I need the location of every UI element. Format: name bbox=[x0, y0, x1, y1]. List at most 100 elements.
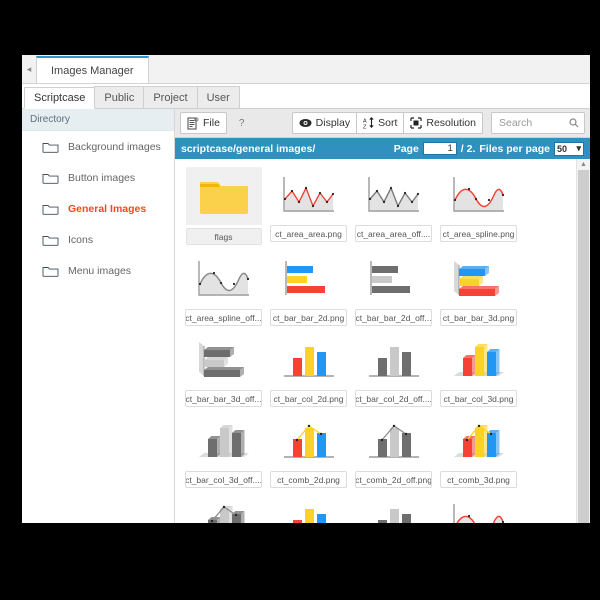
svg-text:Z: Z bbox=[363, 125, 367, 130]
search-icon bbox=[569, 118, 579, 128]
file-tile[interactable]: ct_area_spline.png bbox=[436, 167, 521, 245]
file-thumbnail bbox=[273, 413, 344, 468]
tab-scriptcase[interactable]: Scriptcase bbox=[24, 87, 96, 109]
thumbnail-icon bbox=[207, 505, 244, 523]
help-icon[interactable]: ? bbox=[231, 118, 253, 129]
file-tile[interactable]: ct_bar_col_2d_off.... bbox=[351, 332, 436, 407]
file-tile[interactable]: ct_bar_col_3d_off.... bbox=[181, 413, 266, 488]
thumbnail-icon bbox=[453, 343, 504, 376]
page-number-input[interactable] bbox=[422, 142, 457, 155]
source-tab-strip: Scriptcase Public Project User bbox=[22, 84, 590, 109]
file-tile[interactable]: ct_comb_2d_off.png bbox=[351, 413, 436, 488]
file-tile[interactable]: ct_area_area_off.... bbox=[351, 167, 436, 245]
file-thumbnail bbox=[443, 413, 514, 468]
tab-user[interactable]: User bbox=[196, 86, 240, 108]
app-tab-label: Images Manager bbox=[51, 64, 134, 77]
sort-label: Sort bbox=[378, 117, 398, 129]
sidebar-item-button-images[interactable]: Button images bbox=[22, 162, 174, 193]
breadcrumb-bar: scriptcase/general images/ Page / 2. Fil… bbox=[175, 138, 590, 159]
file-name-label: ct_comb_3d.png bbox=[440, 471, 517, 488]
pagination-controls: Page / 2. Files per page 50 ▾ bbox=[394, 141, 584, 156]
chevron-down-icon: ▾ bbox=[576, 143, 581, 153]
file-thumbnail bbox=[273, 251, 344, 306]
file-name-label: ct_area_spline.png bbox=[440, 225, 517, 242]
thumbnail-icon bbox=[453, 424, 504, 457]
file-tile[interactable] bbox=[181, 494, 266, 523]
file-tile[interactable] bbox=[351, 494, 436, 523]
thumbnail-icon bbox=[282, 176, 334, 212]
resolution-label: Resolution bbox=[426, 117, 476, 129]
file-name-label: ct_bar_bar_3d_off... bbox=[185, 390, 262, 407]
file-browser-pane: File ? Display A Z Sort Resolution Searc… bbox=[175, 109, 590, 523]
tab-label: Scriptcase bbox=[34, 92, 86, 104]
search-box[interactable] bbox=[491, 112, 585, 134]
folder-icon bbox=[42, 236, 59, 246]
sidebar-item-menu-images[interactable]: Menu images bbox=[22, 255, 174, 286]
file-tile[interactable]: ct_comb_3d.png bbox=[436, 413, 521, 488]
file-thumbnail bbox=[358, 332, 429, 387]
files-per-page-label: Files per page bbox=[479, 142, 550, 155]
document-icon bbox=[187, 116, 199, 129]
file-name-label: flags bbox=[185, 228, 262, 245]
sidebar-item-background-images[interactable]: Background images bbox=[22, 131, 174, 162]
file-tile[interactable]: ct_bar_bar_2d_off... bbox=[351, 251, 436, 326]
file-name-label: ct_comb_2d_off.png bbox=[355, 471, 432, 488]
file-tile[interactable]: ct_area_area.png bbox=[266, 167, 351, 245]
sidebar-item-label: General Images bbox=[68, 202, 147, 215]
vertical-scrollbar[interactable]: ▲ bbox=[576, 159, 590, 523]
file-grid-wrapper: flags ct_area_area.png ct_area_area_off...… bbox=[175, 159, 590, 523]
thumbnail-icon bbox=[377, 508, 411, 523]
file-tile[interactable]: ct_bar_col_3d.png bbox=[436, 332, 521, 407]
thumbnail-icon bbox=[284, 260, 325, 295]
file-button[interactable]: File bbox=[180, 112, 227, 134]
file-tile[interactable]: ct_bar_bar_3d_off... bbox=[181, 332, 266, 407]
arrow-up-icon[interactable]: ▲ bbox=[580, 159, 587, 168]
file-tile[interactable]: ct_bar_bar_2d.png bbox=[266, 251, 351, 326]
folder-icon bbox=[42, 174, 59, 184]
thumbnail-icon bbox=[198, 424, 249, 457]
sidebar-item-general-images[interactable]: General Images bbox=[22, 193, 174, 224]
file-thumbnail bbox=[358, 251, 429, 306]
file-thumbnail bbox=[443, 332, 514, 387]
sort-button[interactable]: A Z Sort bbox=[356, 112, 405, 134]
thumbnail-icon bbox=[452, 503, 504, 523]
file-tile[interactable]: ct_bar_col_2d.png bbox=[266, 332, 351, 407]
tab-project[interactable]: Project bbox=[143, 86, 198, 108]
app-tab-strip: ◂ Images Manager bbox=[22, 55, 590, 84]
files-per-page-value: 50 bbox=[557, 143, 568, 154]
resolution-button[interactable]: Resolution bbox=[403, 112, 483, 134]
thumbnail-icon bbox=[367, 176, 419, 212]
window-body: Directory Background images Button images… bbox=[22, 109, 590, 523]
directory-sidebar: Directory Background images Button images… bbox=[22, 109, 175, 523]
eye-icon bbox=[299, 119, 312, 127]
sidebar-item-label: Background images bbox=[68, 140, 161, 153]
folder-icon bbox=[199, 182, 248, 214]
file-tile[interactable] bbox=[436, 494, 521, 523]
sidebar-item-label: Button images bbox=[68, 171, 136, 184]
file-thumbnail bbox=[185, 167, 262, 225]
scrollbar-thumb[interactable] bbox=[578, 170, 589, 523]
file-tile[interactable]: ct_bar_bar_3d.png bbox=[436, 251, 521, 326]
search-input[interactable] bbox=[497, 116, 569, 130]
thumbnail-icon bbox=[198, 341, 244, 377]
file-name-label: ct_area_area.png bbox=[270, 225, 347, 242]
folder-icon bbox=[42, 205, 59, 215]
tab-images-manager[interactable]: Images Manager bbox=[36, 56, 149, 83]
file-tile[interactable]: ct_area_spline_off... bbox=[181, 251, 266, 326]
tab-label: User bbox=[206, 91, 230, 104]
file-name-label: ct_bar_bar_2d.png bbox=[270, 309, 347, 326]
file-name-label: ct_bar_col_3d_off.... bbox=[185, 471, 262, 488]
file-name-label: ct_area_spline_off... bbox=[185, 309, 262, 326]
file-thumbnail bbox=[443, 167, 514, 222]
images-manager-window: ◂ Images Manager Scriptcase Public Proje… bbox=[22, 55, 590, 523]
chevron-left-icon[interactable]: ◂ bbox=[22, 55, 36, 83]
file-name-label: ct_comb_2d.png bbox=[270, 471, 347, 488]
sidebar-item-icons[interactable]: Icons bbox=[22, 224, 174, 255]
file-tile[interactable]: ct_comb_2d.png bbox=[266, 413, 351, 488]
tab-public[interactable]: Public bbox=[94, 86, 145, 108]
file-tile[interactable] bbox=[266, 494, 351, 523]
file-thumbnail bbox=[188, 413, 259, 468]
folder-tile[interactable]: flags bbox=[181, 167, 266, 245]
display-button[interactable]: Display bbox=[291, 112, 358, 134]
files-per-page-select[interactable]: 50 ▾ bbox=[554, 141, 584, 156]
